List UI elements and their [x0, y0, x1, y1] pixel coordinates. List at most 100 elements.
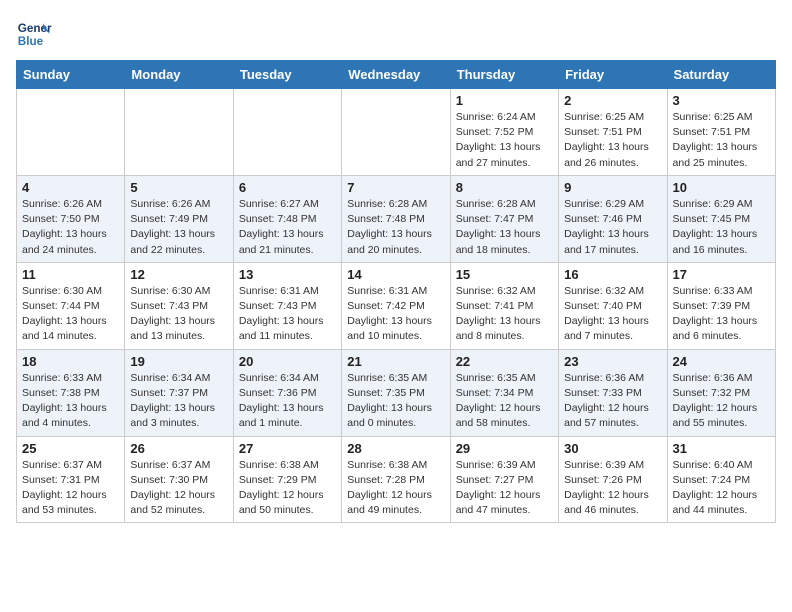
day-cell: 30 Sunrise: 6:39 AM Sunset: 7:26 PM Dayli…: [559, 436, 667, 523]
day-cell: 23 Sunrise: 6:36 AM Sunset: 7:33 PM Dayli…: [559, 349, 667, 436]
day-cell: 18 Sunrise: 6:33 AM Sunset: 7:38 PM Dayli…: [17, 349, 125, 436]
day-info: Sunrise: 6:34 AM Sunset: 7:37 PM Dayligh…: [130, 371, 227, 432]
header: General Blue: [16, 16, 776, 52]
week-row-1: 1 Sunrise: 6:24 AM Sunset: 7:52 PM Daylig…: [17, 89, 776, 176]
day-number: 1: [456, 93, 553, 108]
day-info: Sunrise: 6:38 AM Sunset: 7:28 PM Dayligh…: [347, 458, 444, 519]
day-info: Sunrise: 6:36 AM Sunset: 7:32 PM Dayligh…: [673, 371, 770, 432]
col-header-tuesday: Tuesday: [233, 61, 341, 89]
logo: General Blue: [16, 16, 52, 52]
week-row-4: 18 Sunrise: 6:33 AM Sunset: 7:38 PM Dayli…: [17, 349, 776, 436]
day-cell: 2Sunrise: 6:25 AM Sunset: 7:51 PM Daylig…: [559, 89, 667, 176]
day-number: 27: [239, 441, 336, 456]
day-number: 23: [564, 354, 661, 369]
day-cell: 8 Sunrise: 6:28 AM Sunset: 7:47 PM Daylig…: [450, 175, 558, 262]
week-row-3: 11 Sunrise: 6:30 AM Sunset: 7:44 PM Dayli…: [17, 262, 776, 349]
col-header-friday: Friday: [559, 61, 667, 89]
day-cell: 11 Sunrise: 6:30 AM Sunset: 7:44 PM Dayli…: [17, 262, 125, 349]
day-info: Sunrise: 6:39 AM Sunset: 7:26 PM Dayligh…: [564, 458, 661, 519]
svg-text:Blue: Blue: [18, 35, 44, 48]
day-info: Sunrise: 6:37 AM Sunset: 7:30 PM Dayligh…: [130, 458, 227, 519]
day-cell: 17 Sunrise: 6:33 AM Sunset: 7:39 PM Dayli…: [667, 262, 775, 349]
day-number: 26: [130, 441, 227, 456]
calendar-table: SundayMondayTuesdayWednesdayThursdayFrid…: [16, 60, 776, 523]
day-number: 11: [22, 267, 119, 282]
day-info: Sunrise: 6:29 AM Sunset: 7:46 PM Dayligh…: [564, 197, 661, 258]
col-header-sunday: Sunday: [17, 61, 125, 89]
day-number: 6: [239, 180, 336, 195]
day-number: 21: [347, 354, 444, 369]
day-cell: 22 Sunrise: 6:35 AM Sunset: 7:34 PM Dayli…: [450, 349, 558, 436]
day-cell: 13 Sunrise: 6:31 AM Sunset: 7:43 PM Dayli…: [233, 262, 341, 349]
day-info: Sunrise: 6:31 AM Sunset: 7:43 PM Dayligh…: [239, 284, 336, 345]
day-info: Sunrise: 6:28 AM Sunset: 7:47 PM Dayligh…: [456, 197, 553, 258]
day-number: 7: [347, 180, 444, 195]
day-number: 31: [673, 441, 770, 456]
day-number: 12: [130, 267, 227, 282]
day-info: Sunrise: 6:38 AM Sunset: 7:29 PM Dayligh…: [239, 458, 336, 519]
day-cell: 24Sunrise: 6:36 AM Sunset: 7:32 PM Dayli…: [667, 349, 775, 436]
day-info: Sunrise: 6:40 AM Sunset: 7:24 PM Dayligh…: [673, 458, 770, 519]
day-number: 9: [564, 180, 661, 195]
day-number: 5: [130, 180, 227, 195]
day-info: Sunrise: 6:28 AM Sunset: 7:48 PM Dayligh…: [347, 197, 444, 258]
day-cell: [17, 89, 125, 176]
day-cell: 16 Sunrise: 6:32 AM Sunset: 7:40 PM Dayli…: [559, 262, 667, 349]
day-number: 17: [673, 267, 770, 282]
day-cell: [342, 89, 450, 176]
day-cell: 9 Sunrise: 6:29 AM Sunset: 7:46 PM Daylig…: [559, 175, 667, 262]
day-info: Sunrise: 6:24 AM Sunset: 7:52 PM Dayligh…: [456, 110, 553, 171]
day-cell: 10 Sunrise: 6:29 AM Sunset: 7:45 PM Dayli…: [667, 175, 775, 262]
day-number: 15: [456, 267, 553, 282]
day-info: Sunrise: 6:26 AM Sunset: 7:49 PM Dayligh…: [130, 197, 227, 258]
day-info: Sunrise: 6:39 AM Sunset: 7:27 PM Dayligh…: [456, 458, 553, 519]
day-info: Sunrise: 6:34 AM Sunset: 7:36 PM Dayligh…: [239, 371, 336, 432]
day-cell: [233, 89, 341, 176]
day-cell: 3Sunrise: 6:25 AM Sunset: 7:51 PM Daylig…: [667, 89, 775, 176]
logo-icon: General Blue: [16, 16, 52, 52]
day-info: Sunrise: 6:29 AM Sunset: 7:45 PM Dayligh…: [673, 197, 770, 258]
day-number: 14: [347, 267, 444, 282]
day-cell: 29 Sunrise: 6:39 AM Sunset: 7:27 PM Dayli…: [450, 436, 558, 523]
day-info: Sunrise: 6:32 AM Sunset: 7:40 PM Dayligh…: [564, 284, 661, 345]
day-info: Sunrise: 6:36 AM Sunset: 7:33 PM Dayligh…: [564, 371, 661, 432]
day-info: Sunrise: 6:30 AM Sunset: 7:43 PM Dayligh…: [130, 284, 227, 345]
day-cell: [125, 89, 233, 176]
day-number: 29: [456, 441, 553, 456]
day-number: 25: [22, 441, 119, 456]
svg-text:General: General: [18, 22, 52, 35]
day-info: Sunrise: 6:30 AM Sunset: 7:44 PM Dayligh…: [22, 284, 119, 345]
day-info: Sunrise: 6:37 AM Sunset: 7:31 PM Dayligh…: [22, 458, 119, 519]
day-number: 10: [673, 180, 770, 195]
day-info: Sunrise: 6:26 AM Sunset: 7:50 PM Dayligh…: [22, 197, 119, 258]
day-number: 16: [564, 267, 661, 282]
day-info: Sunrise: 6:31 AM Sunset: 7:42 PM Dayligh…: [347, 284, 444, 345]
day-number: 20: [239, 354, 336, 369]
week-row-2: 4 Sunrise: 6:26 AM Sunset: 7:50 PM Daylig…: [17, 175, 776, 262]
day-cell: 14 Sunrise: 6:31 AM Sunset: 7:42 PM Dayli…: [342, 262, 450, 349]
day-info: Sunrise: 6:27 AM Sunset: 7:48 PM Dayligh…: [239, 197, 336, 258]
day-number: 2: [564, 93, 661, 108]
day-cell: 12 Sunrise: 6:30 AM Sunset: 7:43 PM Dayli…: [125, 262, 233, 349]
day-cell: 5 Sunrise: 6:26 AM Sunset: 7:49 PM Daylig…: [125, 175, 233, 262]
col-header-wednesday: Wednesday: [342, 61, 450, 89]
day-info: Sunrise: 6:33 AM Sunset: 7:39 PM Dayligh…: [673, 284, 770, 345]
day-number: 22: [456, 354, 553, 369]
day-cell: 27 Sunrise: 6:38 AM Sunset: 7:29 PM Dayli…: [233, 436, 341, 523]
day-number: 13: [239, 267, 336, 282]
day-info: Sunrise: 6:33 AM Sunset: 7:38 PM Dayligh…: [22, 371, 119, 432]
day-number: 4: [22, 180, 119, 195]
day-number: 3: [673, 93, 770, 108]
col-header-thursday: Thursday: [450, 61, 558, 89]
day-info: Sunrise: 6:35 AM Sunset: 7:34 PM Dayligh…: [456, 371, 553, 432]
day-cell: 20 Sunrise: 6:34 AM Sunset: 7:36 PM Dayli…: [233, 349, 341, 436]
day-cell: 21Sunrise: 6:35 AM Sunset: 7:35 PM Dayli…: [342, 349, 450, 436]
day-cell: 26 Sunrise: 6:37 AM Sunset: 7:30 PM Dayli…: [125, 436, 233, 523]
day-number: 30: [564, 441, 661, 456]
day-number: 18: [22, 354, 119, 369]
day-cell: 31 Sunrise: 6:40 AM Sunset: 7:24 PM Dayli…: [667, 436, 775, 523]
day-number: 8: [456, 180, 553, 195]
day-number: 28: [347, 441, 444, 456]
col-header-saturday: Saturday: [667, 61, 775, 89]
day-cell: 6 Sunrise: 6:27 AM Sunset: 7:48 PM Daylig…: [233, 175, 341, 262]
